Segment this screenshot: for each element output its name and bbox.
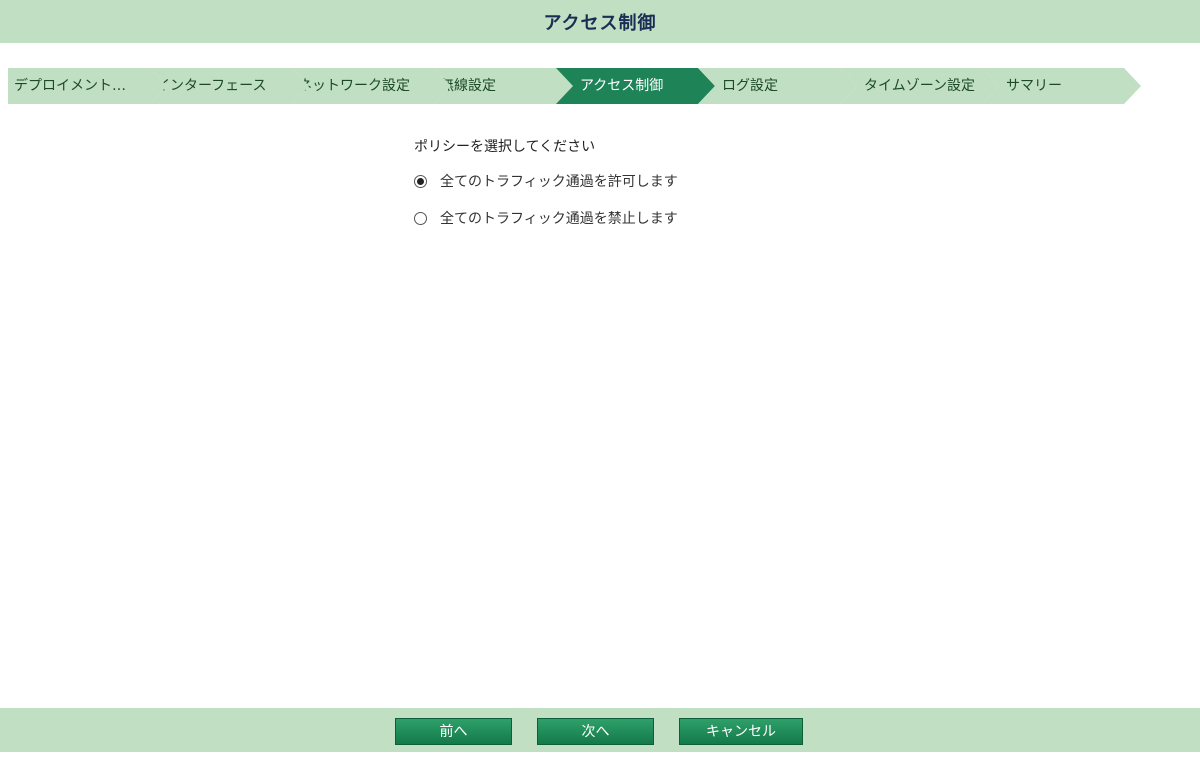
policy-prompt: ポリシーを選択してください bbox=[414, 139, 596, 155]
step-label: インターフェース bbox=[156, 78, 267, 94]
step-network-settings[interactable]: ネットワーク設定 bbox=[292, 68, 451, 104]
step-label: ネットワーク設定 bbox=[298, 78, 410, 94]
step-interface[interactable]: インターフェース bbox=[150, 68, 309, 104]
step-label: タイムゾーン設定 bbox=[864, 78, 976, 94]
deny-all-radio[interactable] bbox=[414, 211, 427, 225]
next-button[interactable]: 次へ bbox=[537, 718, 654, 745]
prev-button[interactable]: 前へ bbox=[395, 718, 512, 745]
page-header: アクセス制御 bbox=[0, 0, 1200, 43]
step-timezone-settings[interactable]: タイムゾーン設定 bbox=[840, 68, 999, 104]
footer-bar: 前へ 次へ キャンセル bbox=[0, 708, 1200, 752]
step-label: ログ設定 bbox=[722, 78, 778, 94]
step-summary[interactable]: サマリー bbox=[982, 68, 1141, 104]
wizard-stepper: デプロイメント… インターフェース ネットワーク設定 無線設定 アクセス制御 ロ… bbox=[8, 68, 1141, 104]
step-deployment[interactable]: デプロイメント… bbox=[8, 68, 167, 104]
page-title: アクセス制御 bbox=[543, 12, 657, 34]
allow-all-radio[interactable] bbox=[414, 174, 427, 188]
policy-form: ポリシーを選択してください 全てのトラフィック通過を許可します 全てのトラフィッ… bbox=[414, 136, 678, 244]
step-access-control[interactable]: アクセス制御 bbox=[556, 68, 715, 104]
step-label: アクセス制御 bbox=[580, 78, 664, 94]
step-log-settings[interactable]: ログ設定 bbox=[698, 68, 857, 104]
deny-all-label: 全てのトラフィック通過を禁止します bbox=[440, 211, 678, 227]
cancel-button[interactable]: キャンセル bbox=[679, 718, 803, 745]
step-label: サマリー bbox=[1006, 78, 1062, 94]
allow-all-label: 全てのトラフィック通過を許可します bbox=[440, 174, 678, 190]
deny-all-option[interactable]: 全てのトラフィック通過を禁止します bbox=[414, 207, 678, 229]
allow-all-option[interactable]: 全てのトラフィック通過を許可します bbox=[414, 170, 678, 192]
step-label: デプロイメント… bbox=[14, 78, 126, 94]
